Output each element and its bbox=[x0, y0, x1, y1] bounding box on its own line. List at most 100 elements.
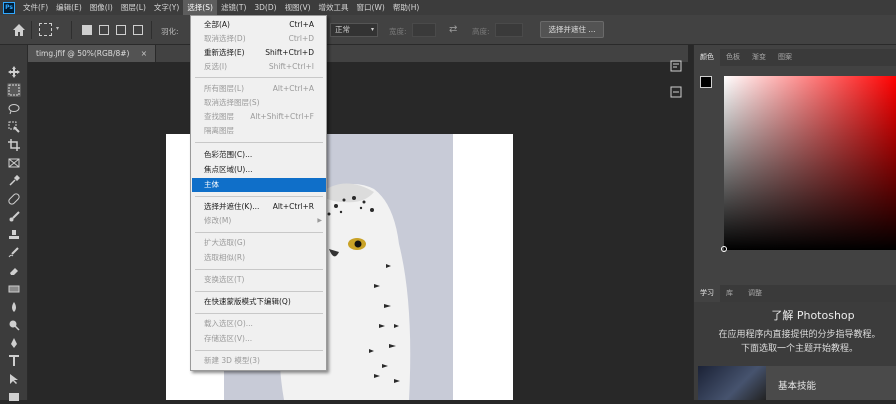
object-select-tool-icon[interactable] bbox=[7, 120, 21, 134]
color-picker-cursor[interactable] bbox=[721, 246, 727, 252]
menu-item-select-all[interactable]: 全部(A) Ctrl+A bbox=[192, 18, 326, 32]
item-shortcut: Ctrl+A bbox=[289, 20, 314, 29]
menu-item-quick-mask[interactable]: 在快速蒙版模式下编辑(Q) bbox=[192, 295, 326, 309]
menu-item-grow[interactable]: 扩大选取(G) bbox=[192, 236, 326, 250]
item-shortcut: Alt+Ctrl+R bbox=[272, 202, 314, 211]
tab-color[interactable]: 颜色 bbox=[694, 49, 720, 66]
pen-tool-icon[interactable] bbox=[7, 336, 21, 350]
tab-learn[interactable]: 学习 bbox=[694, 285, 720, 302]
menu-layer[interactable]: 图层(L) bbox=[117, 0, 150, 15]
tab-adjustments[interactable]: 调整 bbox=[742, 285, 768, 302]
item-label: 色彩范围(C)... bbox=[204, 150, 253, 159]
chevron-down-icon[interactable]: ▾ bbox=[56, 25, 59, 32]
eyedropper-tool-icon[interactable] bbox=[7, 174, 21, 188]
gradient-tool-icon[interactable] bbox=[7, 282, 21, 296]
item-label: 载入选区(O)... bbox=[204, 319, 253, 328]
menu-item-all-layers[interactable]: 所有图层(L) Alt+Ctrl+A bbox=[192, 82, 326, 96]
item-label: 隔离图层 bbox=[204, 126, 234, 135]
style-select[interactable]: 正常 ▾ bbox=[330, 23, 378, 37]
learn-title: 了解 Photoshop bbox=[771, 309, 855, 322]
home-icon[interactable] bbox=[12, 23, 26, 37]
menu-item-select-and-mask[interactable]: 选择并遮住(K)... Alt+Ctrl+R bbox=[192, 200, 326, 214]
tab-swatches[interactable]: 色板 bbox=[720, 49, 746, 66]
intersect-selection-icon[interactable] bbox=[133, 25, 143, 35]
menu-edit[interactable]: 编辑(E) bbox=[52, 0, 86, 15]
menu-item-focus-area[interactable]: 焦点区域(U)... bbox=[192, 163, 326, 177]
menu-filter[interactable]: 滤镜(T) bbox=[217, 0, 250, 15]
menu-item-transform-selection[interactable]: 变换选区(T) bbox=[192, 273, 326, 287]
menu-help[interactable]: 帮助(H) bbox=[389, 0, 424, 15]
right-panel: 颜色 色板 渐变 图案 学习 库 调整 了解 Photoshop 在应用程序内直… bbox=[693, 45, 896, 400]
menu-image[interactable]: 图像(I) bbox=[86, 0, 117, 15]
options-bar: ▾ 羽化: 正常 ▾ 宽度: ⇄ 高度: 选择并遮住 ... bbox=[0, 15, 896, 45]
menu-plugins[interactable]: 增效工具 bbox=[315, 0, 353, 15]
learn-panel: 学习 库 调整 了解 Photoshop 在应用程序内直接提供的分步指导教程。 … bbox=[694, 285, 896, 400]
frame-tool-icon[interactable] bbox=[7, 156, 21, 170]
tab-patterns[interactable]: 图案 bbox=[772, 49, 798, 66]
dodge-tool-icon[interactable] bbox=[7, 318, 21, 332]
path-selection-tool-icon[interactable] bbox=[7, 372, 21, 386]
subtract-selection-icon[interactable] bbox=[116, 25, 126, 35]
marquee-tool-icon[interactable] bbox=[7, 83, 21, 97]
menu-type[interactable]: 文字(Y) bbox=[150, 0, 183, 15]
menu-item-new-3d-model[interactable]: 新建 3D 模型(3) bbox=[192, 354, 326, 368]
menu-item-deselect[interactable]: 取消选择(D) Ctrl+D bbox=[192, 32, 326, 46]
tab-libraries[interactable]: 库 bbox=[720, 285, 739, 302]
learn-description: 在应用程序内直接提供的分步指导教程。 下面选取一个主题开始教程。 bbox=[702, 328, 896, 356]
healing-brush-tool-icon[interactable] bbox=[7, 192, 21, 206]
clone-stamp-tool-icon[interactable] bbox=[7, 228, 21, 242]
rectangle-tool-icon[interactable] bbox=[7, 390, 21, 404]
select-and-mask-button[interactable]: 选择并遮住 ... bbox=[540, 21, 604, 38]
color-picker-field[interactable] bbox=[724, 76, 896, 250]
menu-item-isolate-layers[interactable]: 隔离图层 bbox=[192, 124, 326, 138]
history-brush-tool-icon[interactable] bbox=[7, 246, 21, 260]
item-shortcut: Ctrl+D bbox=[288, 34, 314, 43]
document-title: timg.jfif @ 50%(RGB/8#) bbox=[36, 49, 130, 58]
foreground-color-swatch[interactable] bbox=[700, 76, 712, 88]
menu-item-save-selection[interactable]: 存储选区(V)... bbox=[192, 332, 326, 346]
submenu-arrow-icon: ▶ bbox=[317, 217, 322, 224]
menu-view[interactable]: 视图(V) bbox=[281, 0, 315, 15]
menu-item-load-selection[interactable]: 载入选区(O)... bbox=[192, 317, 326, 331]
item-label: 新建 3D 模型(3) bbox=[204, 356, 260, 365]
height-input[interactable] bbox=[495, 23, 523, 37]
history-panel-icon[interactable] bbox=[669, 59, 683, 73]
menu-item-inverse[interactable]: 反选(I) Shift+Ctrl+I bbox=[192, 60, 326, 74]
rect-marquee-preset-icon[interactable] bbox=[39, 23, 52, 36]
menu-select[interactable]: 选择(S) bbox=[183, 0, 217, 15]
crop-tool-icon[interactable] bbox=[7, 138, 21, 152]
collapsed-panel-strip bbox=[664, 47, 688, 111]
menu-item-color-range[interactable]: 色彩范围(C)... bbox=[192, 148, 326, 162]
separator bbox=[151, 21, 152, 39]
move-tool-icon[interactable] bbox=[7, 65, 21, 79]
item-shortcut: Shift+Ctrl+D bbox=[265, 48, 314, 57]
menu-item-deselect-layers[interactable]: 取消选择图层(S) bbox=[192, 96, 326, 110]
menu-file[interactable]: 文件(F) bbox=[19, 0, 52, 15]
close-icon[interactable]: × bbox=[141, 45, 147, 62]
swap-icon[interactable]: ⇄ bbox=[449, 24, 457, 35]
menu-item-modify[interactable]: 修改(M) ▶ bbox=[192, 214, 326, 228]
menu-item-reselect[interactable]: 重新选择(E) Shift+Ctrl+D bbox=[192, 46, 326, 60]
style-value: 正常 bbox=[335, 25, 350, 34]
type-tool-icon[interactable] bbox=[7, 354, 21, 368]
menu-separator bbox=[195, 142, 323, 143]
width-input[interactable] bbox=[412, 23, 436, 37]
menu-item-subject[interactable]: 主体 bbox=[192, 178, 326, 192]
new-selection-icon[interactable] bbox=[82, 25, 92, 35]
lasso-tool-icon[interactable] bbox=[7, 102, 21, 116]
blur-tool-icon[interactable] bbox=[7, 300, 21, 314]
learn-panel-tabs: 学习 库 调整 bbox=[694, 285, 896, 302]
eraser-tool-icon[interactable] bbox=[7, 264, 21, 278]
menu-3d[interactable]: 3D(D) bbox=[250, 0, 280, 15]
add-selection-icon[interactable] bbox=[99, 25, 109, 35]
menu-item-similar[interactable]: 选取相似(R) bbox=[192, 251, 326, 265]
learn-topic-card[interactable]: 基本技能 bbox=[698, 366, 896, 400]
document-tab[interactable]: timg.jfif @ 50%(RGB/8#) × bbox=[28, 45, 156, 62]
brush-tool-icon[interactable] bbox=[7, 210, 21, 224]
tab-gradients[interactable]: 渐变 bbox=[746, 49, 772, 66]
properties-panel-icon[interactable] bbox=[669, 85, 683, 99]
item-label: 修改(M) bbox=[204, 216, 232, 225]
menu-item-find-layers[interactable]: 查找图层 Alt+Shift+Ctrl+F bbox=[192, 110, 326, 124]
menu-window[interactable]: 窗口(W) bbox=[353, 0, 389, 15]
item-label: 选取相似(R) bbox=[204, 253, 246, 262]
